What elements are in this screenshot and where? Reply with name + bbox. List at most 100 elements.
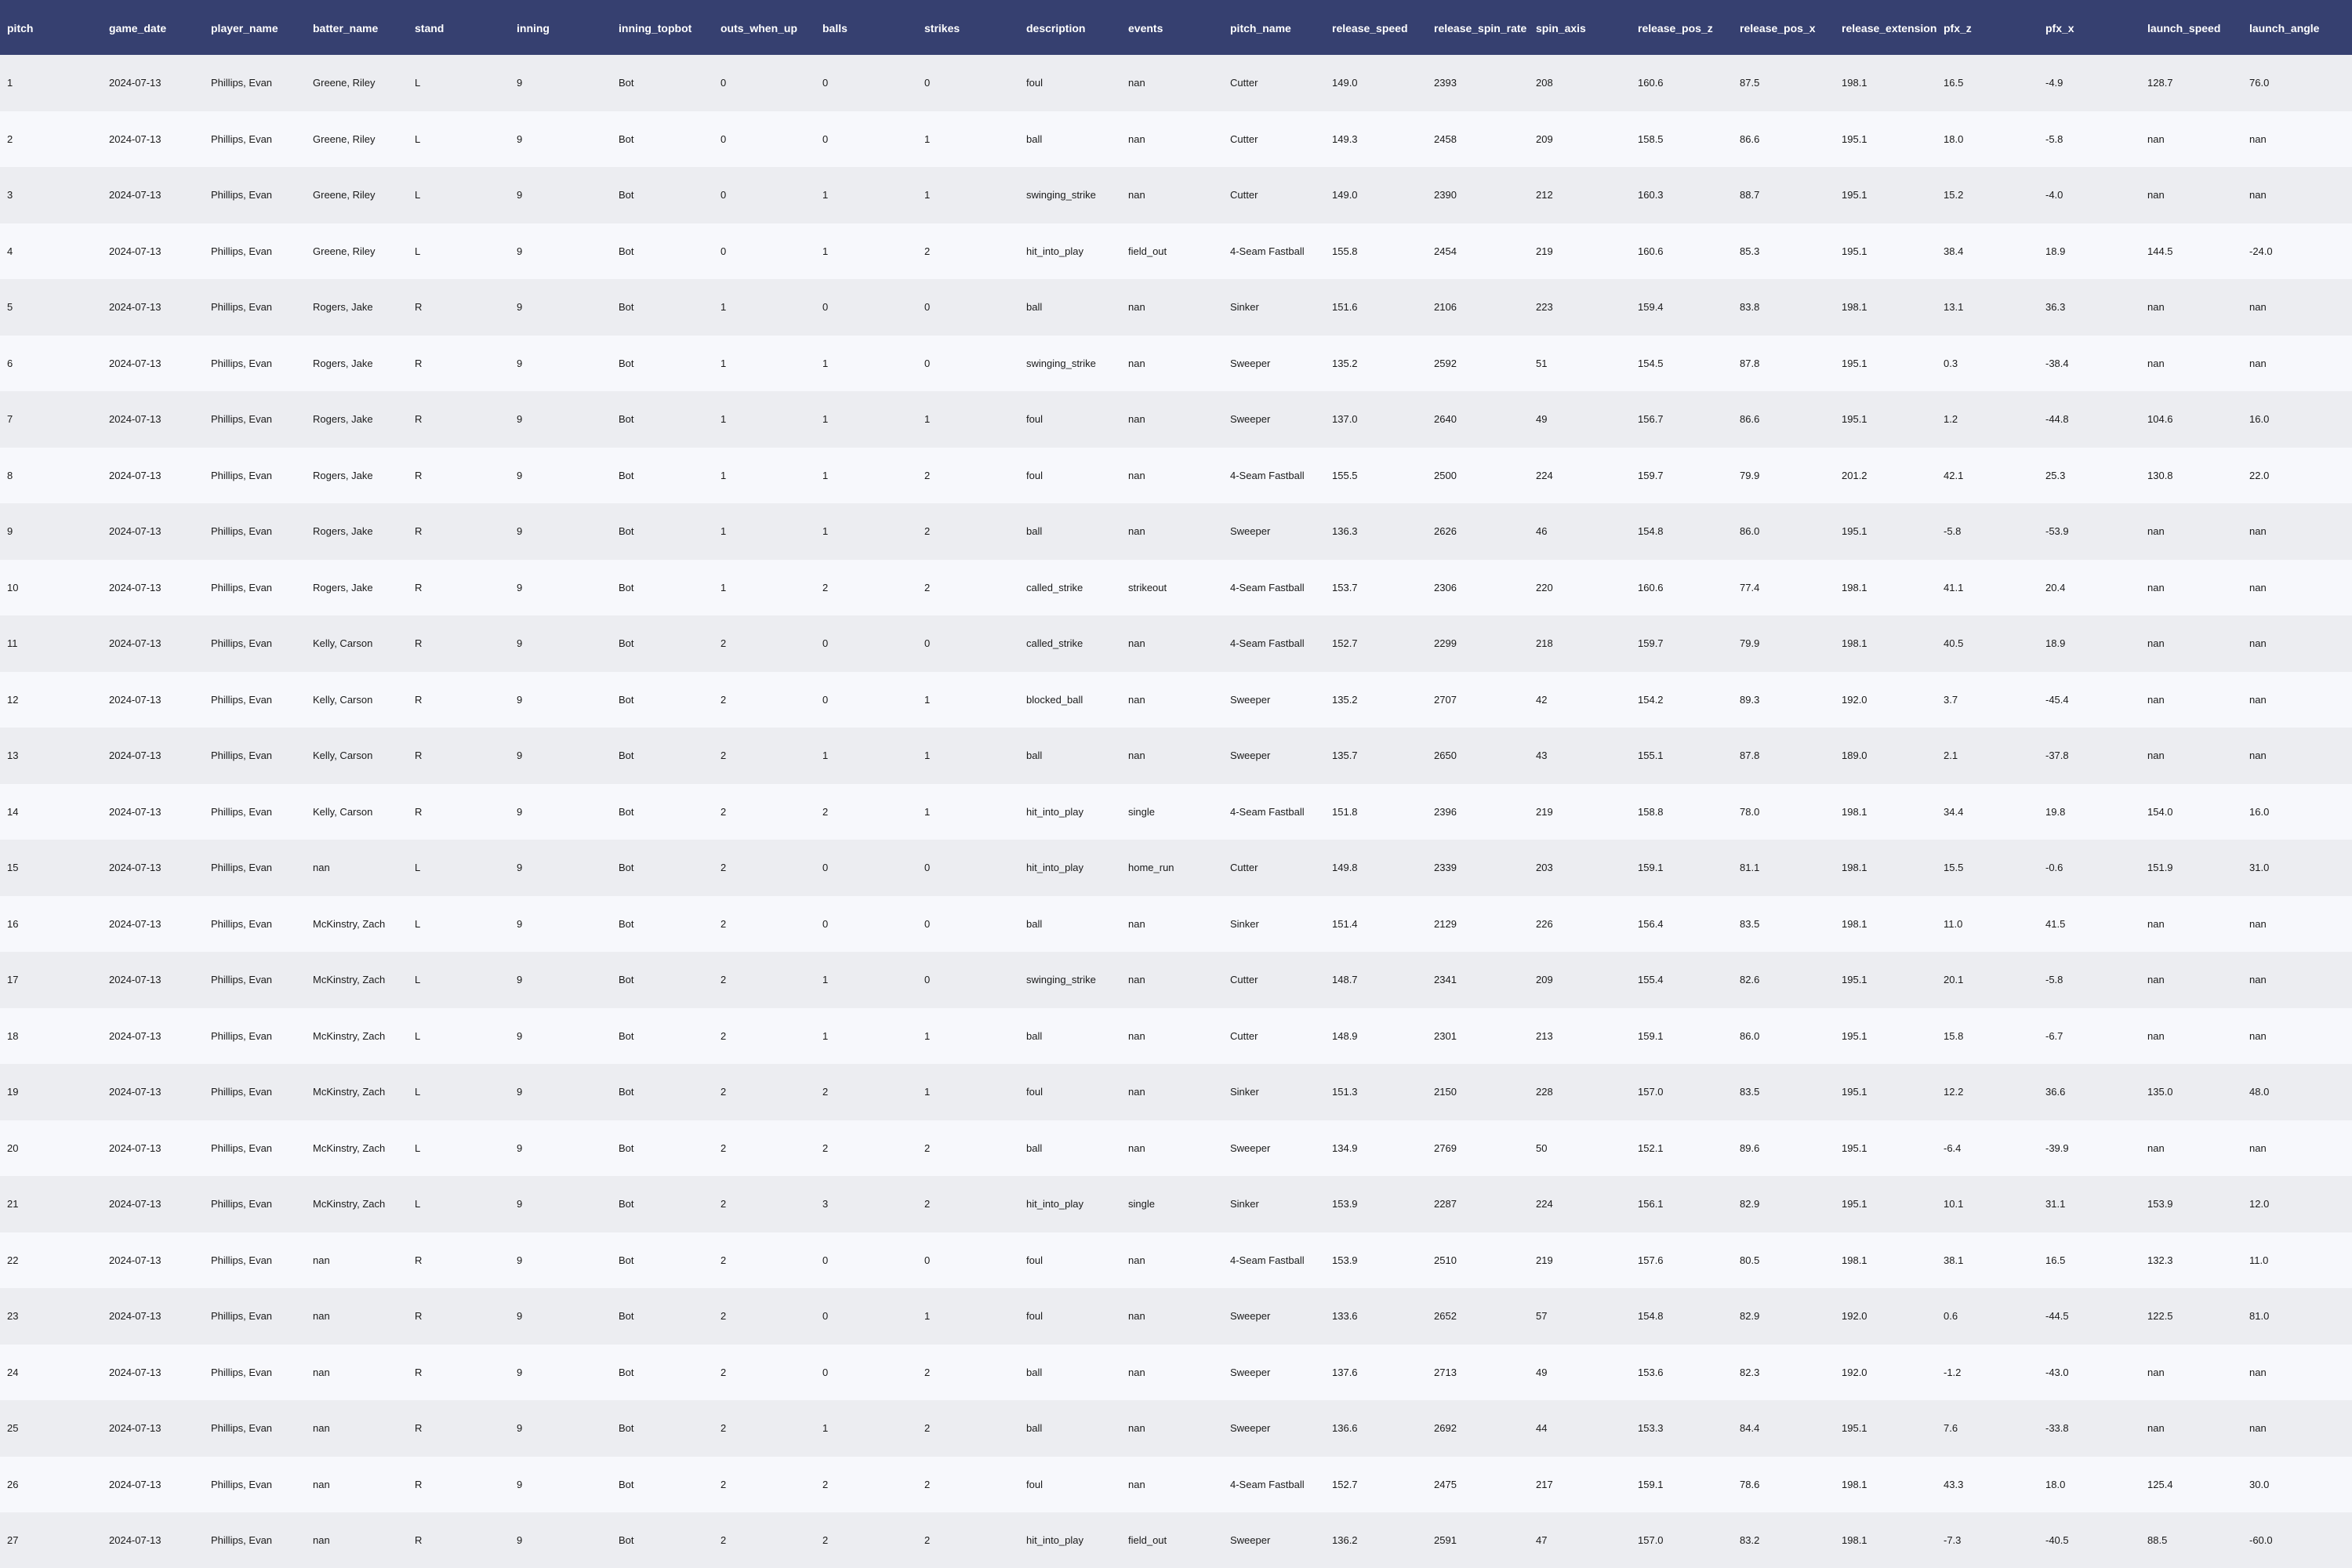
table-row[interactable]: 15 2024-07-13 Phillips, Evan nan L 9 Bot 2 0 0 hit… <box>0 840 2352 896</box>
table-row[interactable]: 5 2024-07-13 Phillips, Evan Rogers, Jake R 9 B… <box>0 279 2352 336</box>
cell-release-pos-x: 79.9 <box>1740 469 1760 481</box>
cell-events: nan <box>1128 1422 1145 1435</box>
cell-events: home_run <box>1128 862 1174 874</box>
cell-batter-name: McKinstry, Zach <box>313 1198 386 1210</box>
column-header-pfx-z[interactable]: pfx_z <box>1936 0 2038 55</box>
cell-pfx-z: 10.1 <box>1944 1198 1964 1210</box>
cell-game-date: 2024-07-13 <box>109 805 162 818</box>
cell-release-extension: 195.1 <box>1842 1142 1867 1154</box>
cell-launch-speed: 153.9 <box>2147 1198 2173 1210</box>
cell-release-spin-rate: 2390 <box>1434 189 1457 201</box>
cell-batter-name: McKinstry, Zach <box>313 974 386 986</box>
table-row[interactable]: 10 2024-07-13 Phillips, Evan Rogers, Jake R 9… <box>0 559 2352 615</box>
cell-launch-angle: nan <box>2249 750 2267 762</box>
column-header-release-extension[interactable]: release_extension <box>1835 0 1936 55</box>
table-row[interactable]: 16 2024-07-13 Phillips, Evan McKinstry, Zac… <box>0 895 2352 952</box>
table-row[interactable]: 4 2024-07-13 Phillips, Evan Greene, Riley L 9… <box>0 223 2352 279</box>
cell-outs-when-up: 1 <box>720 469 727 481</box>
cell-pitch: 25 <box>7 1422 19 1435</box>
column-header-strikes[interactable]: strikes <box>917 0 1019 55</box>
table-row[interactable]: 25 2024-07-13 Phillips, Evan nan R 9 Bot 2 1 2 bal… <box>0 1400 2352 1457</box>
table-row[interactable]: 27 2024-07-13 Phillips, Evan nan R 9 Bot 2 2 2 hit… <box>0 1512 2352 1568</box>
column-header-game-date[interactable]: game_date <box>102 0 204 55</box>
column-header-launch-angle[interactable]: launch_angle <box>2242 0 2352 55</box>
table-row[interactable]: 8 2024-07-13 Phillips, Evan Rogers, Jake R 9 B… <box>0 447 2352 503</box>
table-row[interactable]: 24 2024-07-13 Phillips, Evan nan R 9 Bot 2 0 2 bal… <box>0 1344 2352 1400</box>
cell-release-pos-z: 154.2 <box>1638 693 1664 706</box>
table-row[interactable]: 1 2024-07-13 Phillips, Evan Greene, Riley L 9… <box>0 55 2352 111</box>
column-header-inning-topbot[interactable]: inning_topbot <box>612 0 713 55</box>
cell-strikes: 1 <box>924 805 931 818</box>
column-header-pfx-x[interactable]: pfx_x <box>2038 0 2140 55</box>
column-header-spin-axis[interactable]: spin_axis <box>1529 0 1631 55</box>
cell-inning-topbot: Bot <box>619 132 634 145</box>
cell-release-spin-rate: 2626 <box>1434 525 1457 538</box>
cell-description: foul <box>1026 1086 1043 1098</box>
table-row[interactable]: 13 2024-07-13 Phillips, Evan Kelly, Carson R… <box>0 728 2352 784</box>
table-row[interactable]: 7 2024-07-13 Phillips, Evan Rogers, Jake R 9 B… <box>0 391 2352 448</box>
cell-inning: 9 <box>517 1142 523 1154</box>
table-row[interactable]: 11 2024-07-13 Phillips, Evan Kelly, Carson R… <box>0 615 2352 672</box>
cell-inning-topbot: Bot <box>619 974 634 986</box>
cell-release-pos-x: 86.0 <box>1740 525 1760 538</box>
cell-game-date: 2024-07-13 <box>109 1198 162 1210</box>
cell-game-date: 2024-07-13 <box>109 357 162 369</box>
table-row[interactable]: 23 2024-07-13 Phillips, Evan nan R 9 Bot 2 0 1 fou… <box>0 1288 2352 1345</box>
column-header-release-pos-z[interactable]: release_pos_z <box>1631 0 1733 55</box>
table-row[interactable]: 18 2024-07-13 Phillips, Evan McKinstry, Zac… <box>0 1007 2352 1064</box>
column-header-description[interactable]: description <box>1019 0 1121 55</box>
column-header-release-spin-rate[interactable]: release_spin_rate <box>1427 0 1529 55</box>
cell-pitch-name: 4-Seam Fastball <box>1230 637 1305 650</box>
cell-release-speed: 151.8 <box>1332 805 1358 818</box>
cell-game-date: 2024-07-13 <box>109 245 162 257</box>
cell-outs-when-up: 2 <box>720 1422 727 1435</box>
table-row[interactable]: 14 2024-07-13 Phillips, Evan Kelly, Carson R… <box>0 783 2352 840</box>
cell-batter-name: Rogers, Jake <box>313 413 373 426</box>
column-header-pitch-name[interactable]: pitch_name <box>1223 0 1325 55</box>
table-row[interactable]: 22 2024-07-13 Phillips, Evan nan R 9 Bot 2 0 0 fou… <box>0 1232 2352 1288</box>
cell-spin-axis: 208 <box>1536 77 1553 89</box>
cell-pfx-x: -43.0 <box>2045 1366 2069 1378</box>
column-header-inning[interactable]: inning <box>510 0 612 55</box>
cell-release-extension: 192.0 <box>1842 693 1867 706</box>
table-row[interactable]: 2 2024-07-13 Phillips, Evan Greene, Riley L 9… <box>0 111 2352 167</box>
cell-player-name: Phillips, Evan <box>211 1478 273 1490</box>
table-row[interactable]: 26 2024-07-13 Phillips, Evan nan R 9 Bot 2 2 2 fou… <box>0 1456 2352 1512</box>
column-header-outs-when-up[interactable]: outs_when_up <box>713 0 815 55</box>
cell-release-pos-z: 152.1 <box>1638 1142 1664 1154</box>
column-header-launch-speed[interactable]: launch_speed <box>2140 0 2242 55</box>
cell-release-extension: 198.1 <box>1842 581 1867 593</box>
cell-spin-axis: 213 <box>1536 1029 1553 1042</box>
table-row[interactable]: 20 2024-07-13 Phillips, Evan McKinstry, Zac… <box>0 1120 2352 1176</box>
cell-release-speed: 134.9 <box>1332 1142 1358 1154</box>
table-row[interactable]: 12 2024-07-13 Phillips, Evan Kelly, Carson R… <box>0 671 2352 728</box>
cell-events: nan <box>1128 974 1145 986</box>
cell-batter-name: Greene, Riley <box>313 77 376 89</box>
column-header-release-speed[interactable]: release_speed <box>1325 0 1427 55</box>
cell-launch-speed: nan <box>2147 581 2165 593</box>
cell-release-speed: 148.9 <box>1332 1029 1358 1042</box>
column-header-balls[interactable]: balls <box>815 0 917 55</box>
cell-pitch-name: 4-Seam Fastball <box>1230 1478 1305 1490</box>
cell-inning: 9 <box>517 469 523 481</box>
column-header-events[interactable]: events <box>1121 0 1223 55</box>
table-row[interactable]: 6 2024-07-13 Phillips, Evan Rogers, Jake R 9 B… <box>0 335 2352 391</box>
cell-description: swinging_strike <box>1026 189 1096 201</box>
column-header-batter-name[interactable]: batter_name <box>306 0 408 55</box>
cell-stand: R <box>415 1422 423 1435</box>
cell-release-extension: 195.1 <box>1842 1198 1867 1210</box>
cell-pfx-x: 41.5 <box>2045 917 2066 930</box>
column-header-pitch[interactable]: pitch <box>0 0 102 55</box>
table-row[interactable]: 19 2024-07-13 Phillips, Evan McKinstry, Zac… <box>0 1064 2352 1120</box>
table-row[interactable]: 21 2024-07-13 Phillips, Evan McKinstry, Zac… <box>0 1176 2352 1232</box>
cell-pfx-z: 15.5 <box>1944 862 1964 874</box>
table-row[interactable]: 17 2024-07-13 Phillips, Evan McKinstry, Zac… <box>0 952 2352 1008</box>
table-row[interactable]: 3 2024-07-13 Phillips, Evan Greene, Riley L 9… <box>0 167 2352 223</box>
table-row[interactable]: 9 2024-07-13 Phillips, Evan Rogers, Jake R 9 B… <box>0 503 2352 560</box>
cell-spin-axis: 219 <box>1536 1254 1553 1266</box>
column-header-stand[interactable]: stand <box>408 0 510 55</box>
cell-inning-topbot: Bot <box>619 1534 634 1547</box>
column-header-release-pos-x[interactable]: release_pos_x <box>1733 0 1835 55</box>
column-header-player-name[interactable]: player_name <box>204 0 306 55</box>
cell-outs-when-up: 1 <box>720 581 727 593</box>
